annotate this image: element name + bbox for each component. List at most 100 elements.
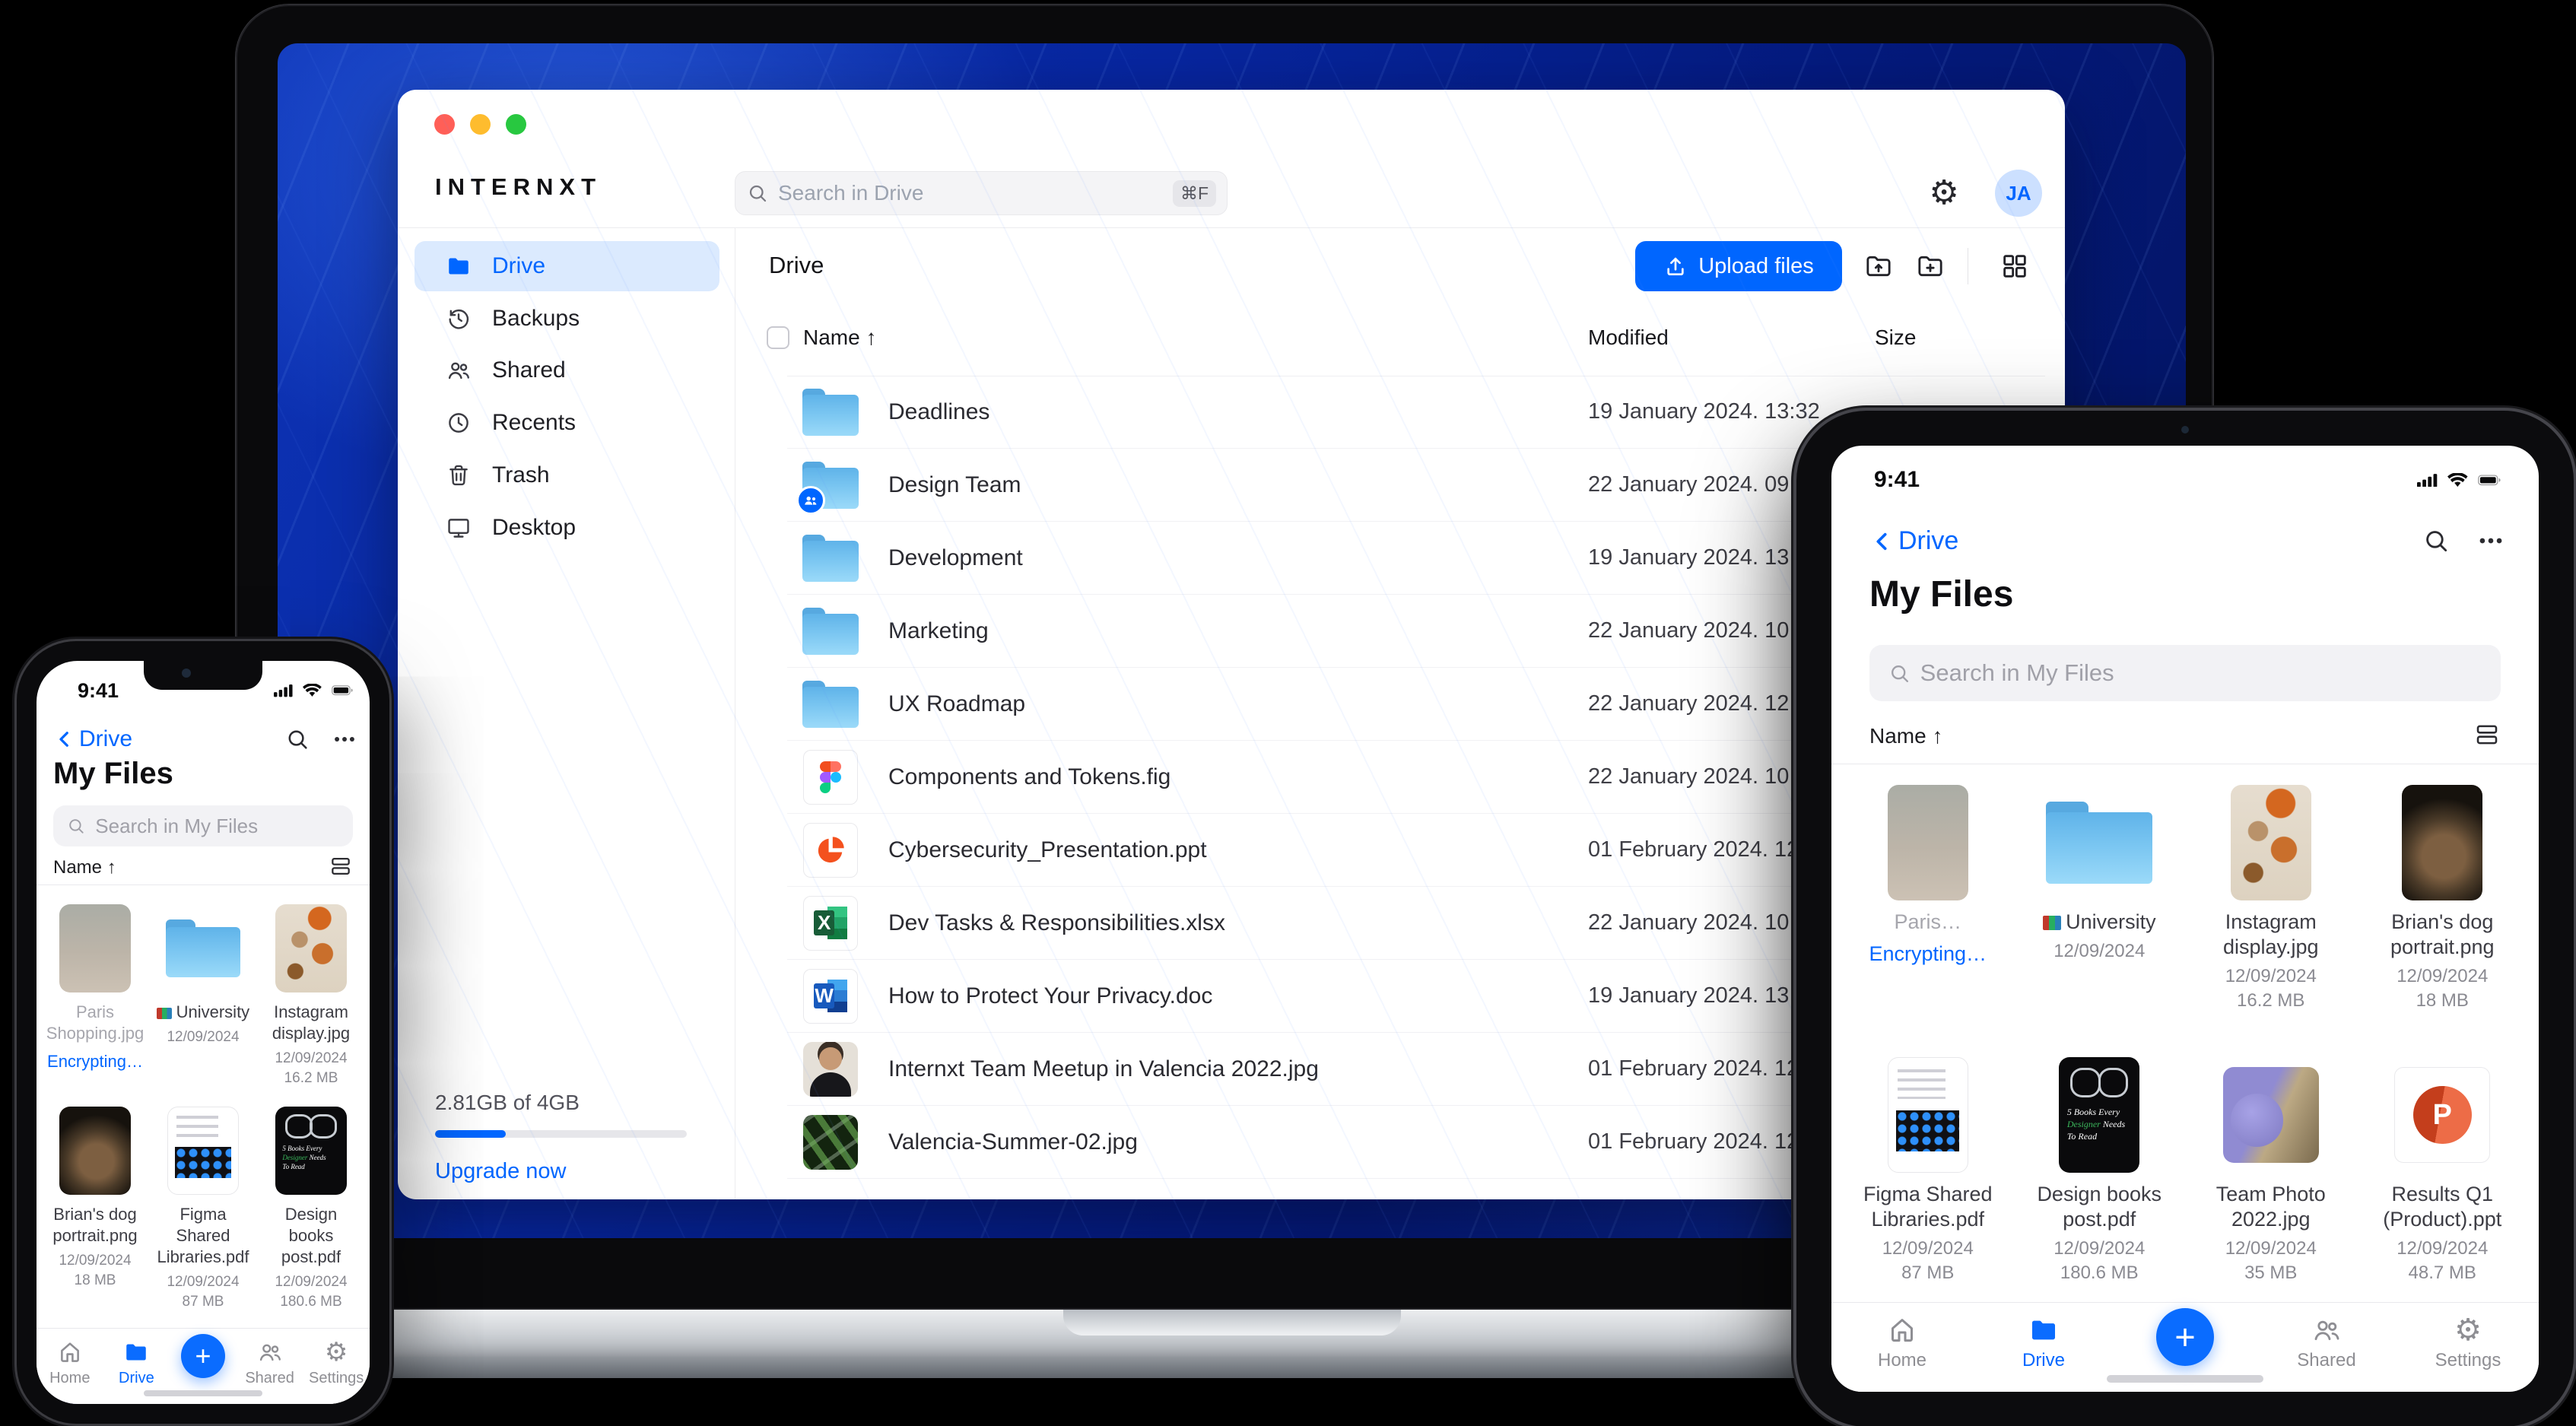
sidebar-item-recents[interactable]: Recents (415, 398, 719, 448)
grid-item-date: 12/09/2024 (2225, 1238, 2317, 1259)
sidebar-item-trash[interactable]: Trash (415, 450, 719, 500)
nav-item-settings[interactable]: ⚙ Settings (303, 1338, 370, 1404)
nav-item-drive[interactable]: Drive (1973, 1315, 2114, 1392)
grid-item-name: Figma Shared Libraries.pdf (1863, 1183, 1993, 1231)
thumb-wrap (1887, 785, 1968, 900)
upload-files-button[interactable]: Upload files (1635, 241, 1842, 291)
upgrade-now-link[interactable]: Upgrade now (435, 1159, 567, 1184)
photo-paris-thumbnail (59, 904, 131, 992)
figma-icon (803, 749, 858, 805)
nav-item-shared[interactable]: Shared (2256, 1315, 2397, 1392)
new-folder-button[interactable] (1911, 246, 1950, 286)
thumb-wrap: 5 Books Every Designer Needs To Read (2059, 1057, 2140, 1173)
history-icon (445, 305, 472, 332)
nav-item-label: Drive (2022, 1350, 2065, 1370)
sidebar-item-backups[interactable]: Backups (415, 294, 719, 344)
ipad-frame: 9:41 Drive My Files Name ↑ Paris… Encrypting…… (1796, 411, 2574, 1426)
upload-folder-button[interactable] (1859, 246, 1898, 286)
grid-item[interactable]: University 12/09/2024 (2014, 785, 2186, 1012)
photo-autumn-thumbnail (2230, 785, 2311, 900)
file-icon-box (802, 1114, 859, 1170)
select-all-checkbox[interactable] (767, 326, 789, 349)
grid-item-name: Figma Shared Libraries.pdf (157, 1205, 249, 1266)
nav-item-home[interactable]: Home (1831, 1315, 1973, 1392)
file-grid: Paris… Encrypting… University 12/09/2024 Ins… (1842, 785, 2528, 1392)
window-minimize-button[interactable] (470, 114, 491, 135)
grid-item[interactable]: Instagram display.jpg 12/09/2024 16.2 MB (257, 904, 365, 1087)
sort-arrow-icon: ↑ (866, 326, 877, 349)
photo-leaves-thumbnail (803, 1114, 858, 1170)
search-action-icon[interactable] (2422, 526, 2451, 555)
file-name: Internxt Team Meetup in Valencia 2022.jp… (888, 1056, 1319, 1081)
back-button[interactable]: Drive (1869, 526, 1958, 556)
pie-icon (803, 822, 858, 878)
sidebar-item-label: Shared (492, 357, 566, 383)
file-name: Components and Tokens.fig (888, 764, 1171, 789)
file-modified-date: 01 February 2024. 12:31 (1588, 837, 1830, 862)
sort-by-name[interactable]: Name ↑ (1869, 724, 1942, 748)
search-action-icon[interactable] (284, 726, 310, 752)
column-header-modified[interactable]: Modified (1588, 326, 1669, 350)
nav-item-settings[interactable]: ⚙ Settings (2397, 1313, 2539, 1392)
nav-item-home[interactable]: Home (37, 1339, 103, 1404)
grid-item[interactable]: University 12/09/2024 (149, 904, 257, 1087)
grid-item-date: 12/09/2024 (2053, 1238, 2146, 1259)
wifi-icon (303, 684, 324, 697)
nav-item-label: Home (49, 1370, 91, 1386)
sidebar-item-label: Recents (492, 410, 577, 436)
grid-item-name: Instagram display.jpg (272, 1002, 351, 1043)
search-bar[interactable] (1869, 645, 2501, 701)
thumb-wrap (2230, 785, 2311, 900)
grid-item[interactable]: Instagram display.jpg 12/09/2024 16.2 MB (2185, 785, 2357, 1012)
iphone-screen: 9:41 Drive My Files Name ↑ Paris Shopping.jp… (37, 661, 370, 1404)
sidebar-item-drive[interactable]: Drive (415, 241, 719, 291)
window-zoom-button[interactable] (506, 114, 526, 135)
grid-item[interactable]: Paris… Encrypting… (1842, 785, 2014, 1012)
sidebar-item-shared[interactable]: Shared (415, 345, 719, 395)
search-input[interactable] (1918, 659, 2483, 688)
search-shortcut-badge: ⌘F (1172, 179, 1216, 207)
grid-view-button[interactable] (1995, 246, 2034, 286)
settings-gear-icon[interactable]: ⚙ (1920, 169, 1968, 216)
encrypting-status: Encrypting… (47, 1052, 143, 1071)
column-header-size[interactable]: Size (1875, 326, 1916, 350)
back-button[interactable]: Drive (53, 726, 132, 752)
people-icon (445, 357, 472, 384)
grid-item[interactable]: Brian's dog portrait.png 12/09/2024 18 MB (2357, 785, 2529, 1012)
glasses-graphic (285, 1114, 337, 1139)
chevron-left-icon (53, 728, 76, 751)
window-close-button[interactable] (434, 114, 455, 135)
search-bar[interactable] (53, 805, 353, 846)
user-avatar[interactable]: JA (1995, 170, 2042, 217)
grid-item[interactable]: 5 Books Every Designer Needs To Read Design… (2014, 1057, 2186, 1284)
folder-icon (123, 1339, 149, 1365)
grid-item[interactable]: Team Photo 2022.jpg 12/09/2024 35 MB (2185, 1057, 2357, 1284)
grid-item[interactable]: 5 Books Every Designer Needs To Read Design… (257, 1107, 365, 1310)
grid-item[interactable]: Figma Shared Libraries.pdf 12/09/2024 87 M… (1842, 1057, 2014, 1284)
nav-item-label: Home (1877, 1350, 1927, 1370)
thumb-wrap (1887, 1057, 1968, 1173)
grid-item-size: 18 MB (2416, 990, 2469, 1011)
grid-item-date: 12/09/2024 (2397, 1238, 2489, 1259)
list-view-toggle-icon[interactable] (2473, 721, 2501, 748)
sidebar-item-desktop[interactable]: Desktop (415, 503, 719, 553)
book-cover-text: 5 Books Every Designer Needs To Read (2066, 1106, 2126, 1142)
thumb-wrap (59, 1107, 131, 1195)
drive-search-bar[interactable]: ⌘F (735, 171, 1228, 215)
more-options-icon[interactable] (2476, 526, 2505, 555)
column-header-name[interactable]: Name ↑ (803, 326, 876, 350)
list-view-toggle-icon[interactable] (329, 854, 353, 878)
status-icons (274, 684, 353, 697)
drive-search-input[interactable] (777, 180, 1173, 206)
grid-item[interactable]: Figma Shared Libraries.pdf 12/09/2024 87 M… (149, 1107, 257, 1310)
search-input[interactable] (94, 813, 352, 839)
internxt-logo: INTERNXT (435, 173, 602, 200)
grid-item-date: 12/09/2024 (59, 1253, 132, 1269)
grid-item[interactable]: P Results Q1 (Product).ppt 12/09/2024 48.7 … (2357, 1057, 2529, 1284)
folder-icon (802, 607, 859, 655)
more-options-icon[interactable] (332, 726, 357, 752)
chevron-left-icon (1869, 529, 1895, 554)
grid-item[interactable]: Brian's dog portrait.png 12/09/2024 18 MB (41, 1107, 149, 1310)
sort-by-name[interactable]: Name ↑ (53, 857, 116, 878)
grid-item[interactable]: Paris Shopping.jpg Encrypting… (41, 904, 149, 1087)
